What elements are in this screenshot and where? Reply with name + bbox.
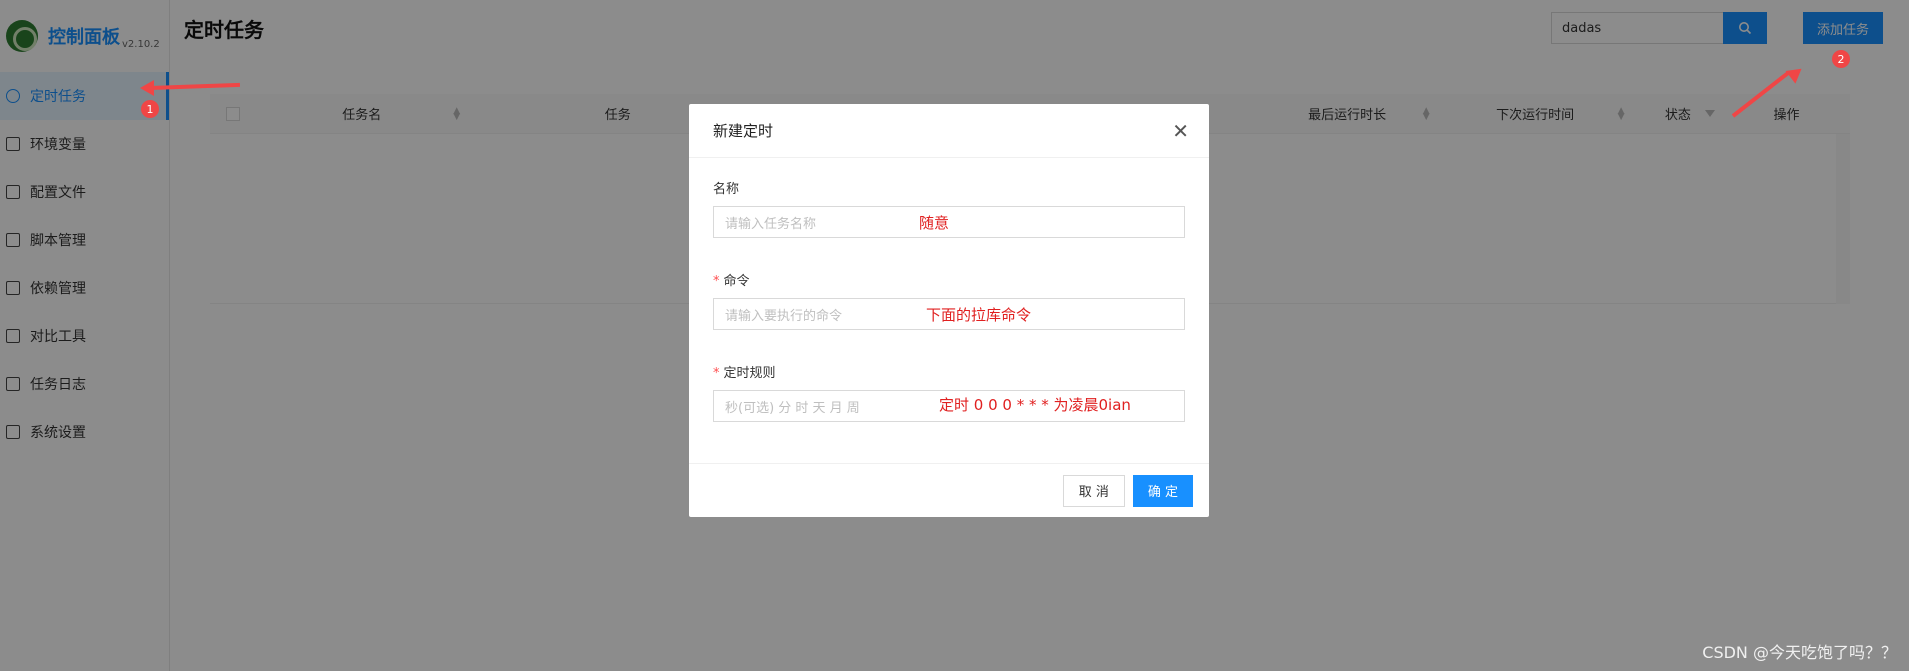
input-placeholder: 秒(可选) 分 时 天 月 周 <box>725 400 860 416</box>
annotation-note: 定时 0 0 0 * * * 为凌晨0ian <box>939 396 1131 414</box>
arrowhead-icon <box>140 80 154 96</box>
required-mark: * <box>713 274 720 289</box>
input-placeholder: 请输入要执行的命令 <box>725 308 843 324</box>
confirm-button[interactable]: 确 定 <box>1132 474 1193 507</box>
field-label: * 命令 <box>713 270 1185 290</box>
field-label-text: 定时规则 <box>723 366 776 381</box>
field-label: 名称 <box>713 178 1185 198</box>
field-label-text: 名称 <box>713 182 740 197</box>
input-placeholder: 请输入任务名称 <box>725 216 817 232</box>
command-field: * 命令 请输入要执行的命令 下面的拉库命令 <box>713 270 1185 330</box>
modal-footer: 取 消 确 定 <box>689 463 1209 517</box>
annotation-badge: 1 <box>141 100 159 118</box>
close-icon[interactable]: ✕ <box>1172 121 1189 141</box>
annotation-note: 下面的拉库命令 <box>926 306 1032 324</box>
modal-title: 新建定时 <box>713 122 774 140</box>
new-cron-modal: 新建定时 ✕ 名称 请输入任务名称 随意 * 命令 请输入要执行的命令 下面的拉库… <box>689 104 1209 517</box>
annotation-badge: 2 <box>1832 50 1850 68</box>
annotation-note: 随意 <box>919 214 950 232</box>
command-input[interactable]: 请输入要执行的命令 下面的拉库命令 <box>713 298 1185 330</box>
schedule-input[interactable]: 秒(可选) 分 时 天 月 周 定时 0 0 0 * * * 为凌晨0ian <box>713 390 1185 422</box>
field-label: * 定时规则 <box>713 362 1185 382</box>
modal-header: 新建定时 <box>689 104 1209 158</box>
cancel-button[interactable]: 取 消 <box>1062 474 1125 507</box>
required-mark: * <box>713 366 720 381</box>
name-field: 名称 请输入任务名称 随意 <box>713 178 1185 238</box>
watermark: CSDN @今天吃饱了吗？？ <box>1702 643 1897 662</box>
schedule-field: * 定时规则 秒(可选) 分 时 天 月 周 定时 0 0 0 * * * 为凌晨… <box>713 362 1185 422</box>
cron-form: 名称 请输入任务名称 随意 * 命令 请输入要执行的命令 下面的拉库命令 * 定时规… <box>689 158 1209 422</box>
name-input[interactable]: 请输入任务名称 随意 <box>713 206 1185 238</box>
field-label-text: 命令 <box>723 274 750 289</box>
